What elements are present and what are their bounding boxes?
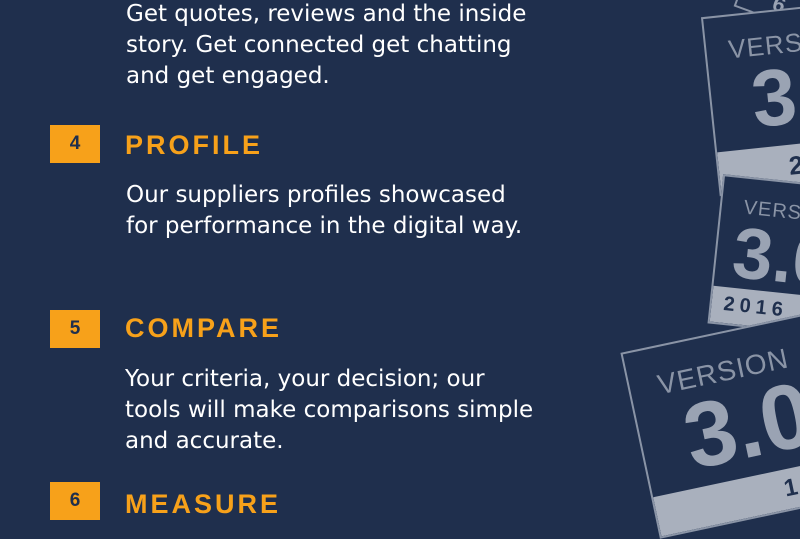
step-text-profile: Our suppliers profiles showcased for per… [126, 182, 523, 239]
step-number-badge: 5 [50, 310, 100, 348]
version-stamp: VERSIO 3.0 2016 [707, 174, 800, 336]
step-number-badge: 4 [50, 125, 100, 163]
stamp-year: 2 [787, 148, 800, 181]
step-text-compare: Your criteria, your decision; our tools … [125, 366, 534, 454]
stamp-year: 1 [781, 472, 800, 503]
stamp-version-number: 3. [747, 48, 800, 145]
step-number-badge: 6 [50, 482, 100, 520]
version-stamp: VERSION 3.0 1 [620, 311, 800, 539]
step-title-profile: PROFILE [125, 130, 264, 160]
step-title-compare: COMPARE [125, 313, 283, 343]
step-title-measure: MEASURE [125, 489, 282, 519]
intro-text: Get quotes, reviews and the inside story… [126, 1, 527, 89]
version-stamp: VERSION 3. 2 [700, 3, 800, 197]
